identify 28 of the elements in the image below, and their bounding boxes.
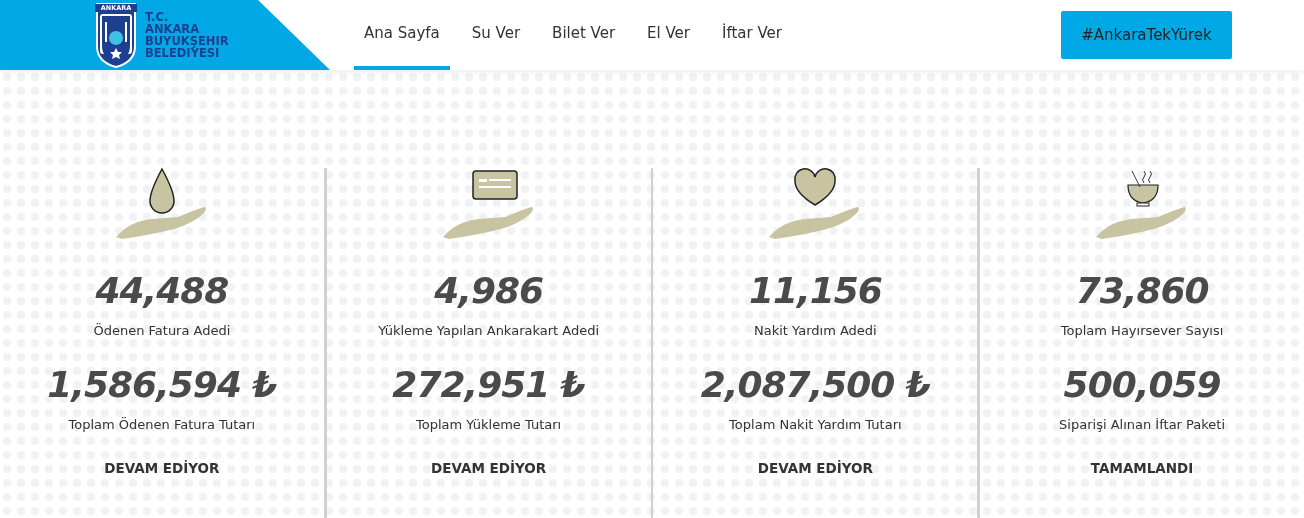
stat-number: 4,986 — [434, 269, 544, 313]
stat-total: 2,087,500 ₺ — [700, 362, 930, 407]
stat-label: Siparişi Alınan İftar Paketi — [1059, 415, 1226, 434]
nav-tab[interactable]: Bilet Ver — [542, 0, 626, 70]
stat-total: 272,951 ₺ — [392, 362, 585, 407]
organization-name: T.C. ANKARA BUYUKŞEHIR BELEDIYESI — [145, 11, 229, 59]
stat-total: 1,586,594 ₺ — [47, 362, 277, 407]
stat-number: 11,156 — [748, 269, 882, 313]
stat-label: Toplam Ödenen Fatura Tutarı — [68, 415, 256, 434]
nav-tab[interactable]: İftar Ver — [712, 0, 792, 70]
stat-label: Toplam Yükleme Tutarı — [416, 415, 562, 434]
status-label: DEVAM EDİYOR — [431, 459, 547, 478]
stat-label: Toplam Hayırsever Sayısı — [1060, 322, 1224, 340]
status-label: DEVAM EDİYOR — [104, 459, 220, 478]
stat-label: Yükleme Yapılan Ankarakart Adedi — [378, 322, 600, 340]
status-label: DEVAM EDİYOR — [757, 459, 873, 478]
emblem-icon — [95, 2, 137, 68]
stat-label: Nakit Yardım Adedi — [754, 322, 877, 340]
status-label: TAMAMLANDI — [1090, 459, 1194, 478]
stat-total: 500,059 — [1063, 362, 1221, 407]
nav-tab[interactable]: El Ver — [637, 0, 700, 70]
nav-tab[interactable]: Su Ver — [461, 0, 531, 70]
stat-number: 44,488 — [95, 269, 229, 313]
stat-number: 73,860 — [1075, 269, 1209, 313]
stat-label: Ödenen Fatura Adedi — [93, 322, 231, 340]
hashtag-button[interactable]: #AnkaraTekYürek — [1061, 11, 1232, 59]
stat-label: Toplam Nakit Yardım Tutarı — [729, 415, 902, 434]
nav-tab[interactable]: Ana Sayfa — [354, 0, 450, 70]
